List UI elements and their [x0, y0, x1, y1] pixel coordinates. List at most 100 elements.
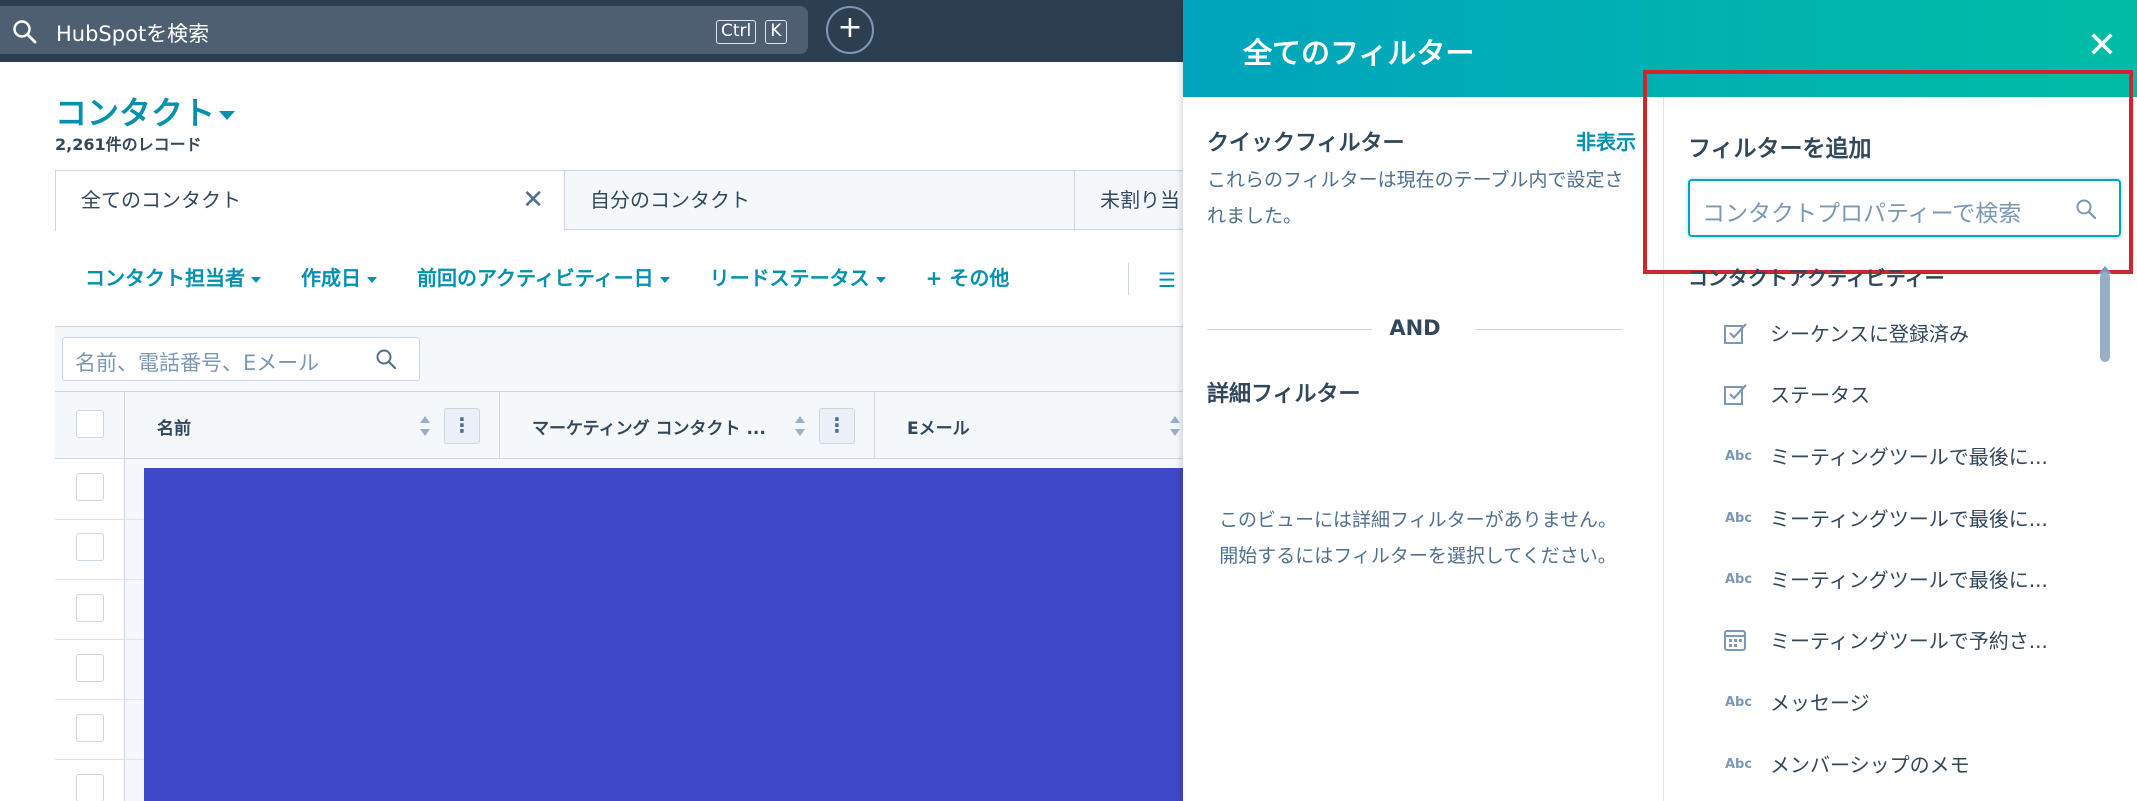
filter-create-date[interactable]: 作成日	[301, 262, 377, 292]
caret-down-icon	[875, 276, 886, 283]
row-divider	[55, 519, 145, 520]
tab-label: 自分のコンタクト	[590, 188, 750, 212]
row-divider	[55, 579, 145, 580]
tab-my-contacts[interactable]: 自分のコンタクト	[565, 171, 1075, 231]
row-checkbox[interactable]	[76, 714, 104, 742]
global-search-placeholder: HubSpotを検索	[56, 22, 210, 46]
global-search-bar[interactable]: HubSpotを検索 Ctrl K	[0, 6, 808, 54]
filter-label: 前回のアクティビティー日	[417, 266, 654, 290]
filter-last-activity-date[interactable]: 前回のアクティビティー日	[417, 262, 670, 292]
scrollbar-thumb[interactable]	[2100, 272, 2110, 362]
search-icon	[376, 349, 397, 370]
search-icon	[13, 20, 37, 44]
caret-down-icon	[367, 276, 377, 283]
row-checkbox[interactable]	[76, 774, 104, 801]
and-separator: AND	[1207, 316, 1623, 346]
top-nav: HubSpotを検索 Ctrl K +	[0, 0, 1185, 62]
checkbox-icon	[1724, 323, 1747, 344]
filter-label: コンタクト担当者	[85, 266, 245, 290]
property-label: ステータス	[1770, 383, 1870, 407]
sort-icon[interactable]	[794, 414, 806, 438]
all-filters-panel: 全てのフィルター ✕ クイックフィルター 非表示 これらのフィルターは現在のテー…	[1183, 0, 2137, 801]
quick-filters-heading: クイックフィルター	[1207, 131, 1405, 156]
tab-label: 全てのコンタクト	[81, 188, 241, 212]
column-header-marketing-contact[interactable]: マーケティング コンタクト ... ⋮	[500, 392, 875, 458]
redacted-table-content	[144, 468, 1185, 801]
property-label: シーケンスに登録済み	[1770, 322, 1969, 346]
column-header-email[interactable]: Eメール	[875, 392, 1185, 458]
close-icon[interactable]: ✕	[522, 171, 544, 229]
text-icon: Abc	[1725, 695, 1753, 710]
row-checkbox[interactable]	[76, 654, 104, 682]
row-checkbox-column	[55, 459, 125, 801]
property-label: メッセージ	[1770, 691, 1870, 715]
hide-quick-filters-link[interactable]: 非表示	[1576, 126, 1636, 155]
search-icon	[2076, 199, 2097, 220]
caret-down-icon	[659, 276, 670, 283]
row-checkbox[interactable]	[76, 473, 104, 501]
tab-label: 未割り当	[1100, 188, 1180, 212]
text-icon: Abc	[1725, 572, 1753, 587]
filter-lead-status[interactable]: リードステータス	[710, 262, 886, 292]
table-search-placeholder: 名前、電話番号、Eメール	[75, 351, 320, 375]
row-checkbox[interactable]	[76, 594, 104, 622]
close-icon[interactable]: ✕	[2087, 28, 2117, 64]
table-search-input[interactable]: 名前、電話番号、Eメール	[62, 337, 420, 381]
text-icon: Abc	[1725, 757, 1753, 772]
select-all-cell	[55, 392, 125, 458]
highlight-box	[1643, 70, 2133, 274]
property-label: ミーティングツールで最後に...	[1770, 568, 2048, 592]
property-search-input[interactable]: コンタクトプロパティーで検索	[1688, 179, 2121, 237]
property-label: ミーティングツールで最後に...	[1770, 507, 2048, 531]
advanced-filters-empty-message: このビューには詳細フィルターがありません。開始するにはフィルターを選択してくださ…	[1218, 509, 1618, 567]
and-label: AND	[1389, 316, 1441, 340]
column-label: 名前	[157, 419, 191, 439]
record-count: 2,261件のレコード	[55, 135, 202, 154]
checkbox-icon	[1724, 384, 1747, 405]
property-group-header: コンタクトアクティビティー	[1688, 266, 1945, 290]
page-title: コンタクト	[55, 94, 216, 132]
text-icon: Abc	[1725, 511, 1753, 526]
column-label: マーケティング コンタクト ...	[532, 419, 766, 439]
filter-label: リードステータス	[709, 266, 870, 290]
property-label: メンバーシップのメモ	[1770, 753, 1970, 777]
view-tabs: 全てのコンタクト ✕ 自分のコンタクト 未割り当	[55, 170, 1185, 231]
add-filter-heading: フィルターを追加	[1688, 136, 1872, 162]
panel-header: 全てのフィルター ✕	[1183, 0, 2137, 97]
shortcut-k-key: K	[765, 20, 787, 44]
panel-title: 全てのフィルター	[1243, 36, 1475, 70]
more-filters-button[interactable]: + その他	[926, 262, 1010, 292]
column-header-name[interactable]: 名前 ⋮	[125, 392, 500, 458]
property-label: ミーティングツールで予約さ...	[1770, 629, 2048, 653]
column-menu-button[interactable]: ⋮	[444, 408, 480, 444]
column-menu-button[interactable]: ⋮	[819, 408, 855, 444]
text-icon: Abc	[1725, 449, 1753, 464]
shortcut-ctrl-key: Ctrl	[716, 20, 757, 44]
advanced-filters-heading: 詳細フィルター	[1207, 382, 1361, 407]
property-search-placeholder: コンタクトプロパティーで検索	[1702, 201, 2022, 227]
panel-divider	[1663, 97, 1664, 801]
divider	[1475, 329, 1623, 330]
filter-contact-owner[interactable]: コンタクト担当者	[85, 262, 261, 292]
tab-all-contacts[interactable]: 全てのコンタクト ✕	[55, 171, 565, 231]
column-label: Eメール	[907, 419, 970, 439]
page-title-dropdown[interactable]: コンタクト	[55, 88, 236, 134]
calendar-icon	[1724, 630, 1746, 651]
sort-icon[interactable]	[1169, 414, 1181, 438]
create-new-button[interactable]: +	[826, 6, 874, 54]
row-divider	[55, 699, 145, 700]
tab-unassigned[interactable]: 未割り当	[1075, 171, 1185, 231]
table-header: 名前 ⋮ マーケティング コンタクト ... ⋮ Eメール	[55, 391, 1185, 459]
quick-filter-bar: コンタクト担当者 作成日 前回のアクティビティー日 リードステータス + その他	[85, 262, 1049, 292]
select-all-checkbox[interactable]	[76, 410, 104, 438]
divider	[1128, 263, 1129, 295]
filter-label: 作成日	[301, 266, 361, 290]
caret-down-icon	[251, 276, 261, 283]
sort-icon[interactable]	[419, 414, 431, 438]
quick-filters-description: これらのフィルターは現在のテーブル内で設定されました。	[1207, 169, 1624, 227]
row-checkbox[interactable]	[76, 533, 104, 561]
filter-lines-icon[interactable]: ☰	[1158, 268, 1176, 292]
row-divider	[55, 639, 145, 640]
chevron-down-icon	[219, 110, 236, 120]
property-label: ミーティングツールで最後に...	[1770, 445, 2048, 469]
